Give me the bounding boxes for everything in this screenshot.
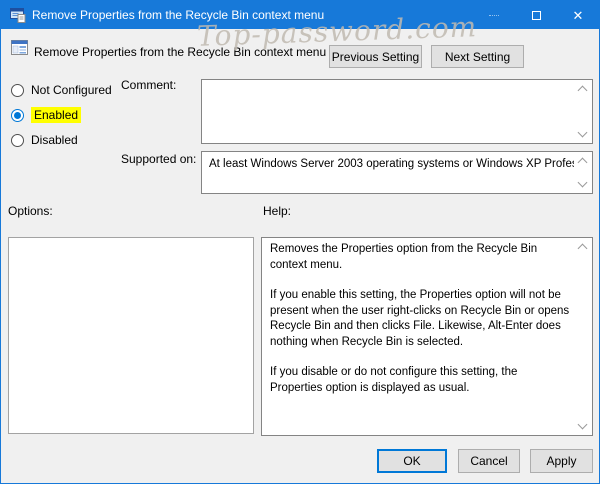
radio-enabled[interactable]: Enabled xyxy=(11,107,81,123)
scroll-down-icon[interactable] xyxy=(578,128,588,138)
radio-label-disabled: Disabled xyxy=(31,133,78,147)
radio-circle-disabled[interactable] xyxy=(11,134,24,147)
caption-buttons: ✕ xyxy=(473,1,599,29)
radio-circle-not-configured[interactable] xyxy=(11,84,24,97)
policy-setting-icon xyxy=(11,40,28,57)
maximize-button[interactable] xyxy=(515,1,557,29)
radio-not-configured[interactable]: Not Configured xyxy=(11,82,112,98)
window-title: Remove Properties from the Recycle Bin c… xyxy=(32,8,324,22)
supported-on-label: Supported on: xyxy=(121,152,196,166)
close-button[interactable]: ✕ xyxy=(557,1,599,29)
ok-button[interactable]: OK xyxy=(377,449,447,473)
comment-field[interactable] xyxy=(201,79,593,144)
comment-label: Comment: xyxy=(121,78,176,92)
help-label: Help: xyxy=(263,204,291,218)
scroll-up-icon[interactable] xyxy=(578,158,588,168)
maximize-icon xyxy=(532,11,541,20)
options-label: Options: xyxy=(8,204,53,218)
help-paragraph: If you disable or do not configure this … xyxy=(270,365,572,396)
minimize-button xyxy=(473,1,515,29)
options-panel[interactable] xyxy=(8,237,254,434)
setting-title: Remove Properties from the Recycle Bin c… xyxy=(34,45,326,59)
scroll-down-icon[interactable] xyxy=(578,420,588,430)
minimize-icon xyxy=(489,15,499,16)
group-policy-setting-dialog: Remove Properties from the Recycle Bin c… xyxy=(0,0,600,484)
radio-disabled[interactable]: Disabled xyxy=(11,132,78,148)
help-panel[interactable]: Removes the Properties option from the R… xyxy=(261,237,593,436)
titlebar: Remove Properties from the Recycle Bin c… xyxy=(1,1,599,29)
radio-circle-enabled[interactable] xyxy=(11,109,24,122)
radio-label-enabled: Enabled xyxy=(31,107,81,123)
previous-setting-button[interactable]: Previous Setting xyxy=(329,45,422,68)
supported-on-value: At least Windows Server 2003 operating s… xyxy=(209,158,574,170)
scroll-down-icon[interactable] xyxy=(578,178,588,188)
cancel-button[interactable]: Cancel xyxy=(458,449,520,473)
apply-button[interactable]: Apply xyxy=(530,449,593,473)
radio-label-not-configured: Not Configured xyxy=(31,83,112,97)
next-setting-button[interactable]: Next Setting xyxy=(431,45,524,68)
help-text: Removes the Properties option from the R… xyxy=(270,242,572,411)
scroll-up-icon[interactable] xyxy=(578,86,588,96)
help-paragraph: Removes the Properties option from the R… xyxy=(270,242,572,273)
app-icon xyxy=(10,7,26,23)
close-icon: ✕ xyxy=(573,9,584,22)
scroll-up-icon[interactable] xyxy=(578,244,588,254)
help-paragraph: If you enable this setting, the Properti… xyxy=(270,288,572,350)
supported-on-field[interactable]: At least Windows Server 2003 operating s… xyxy=(201,151,593,194)
